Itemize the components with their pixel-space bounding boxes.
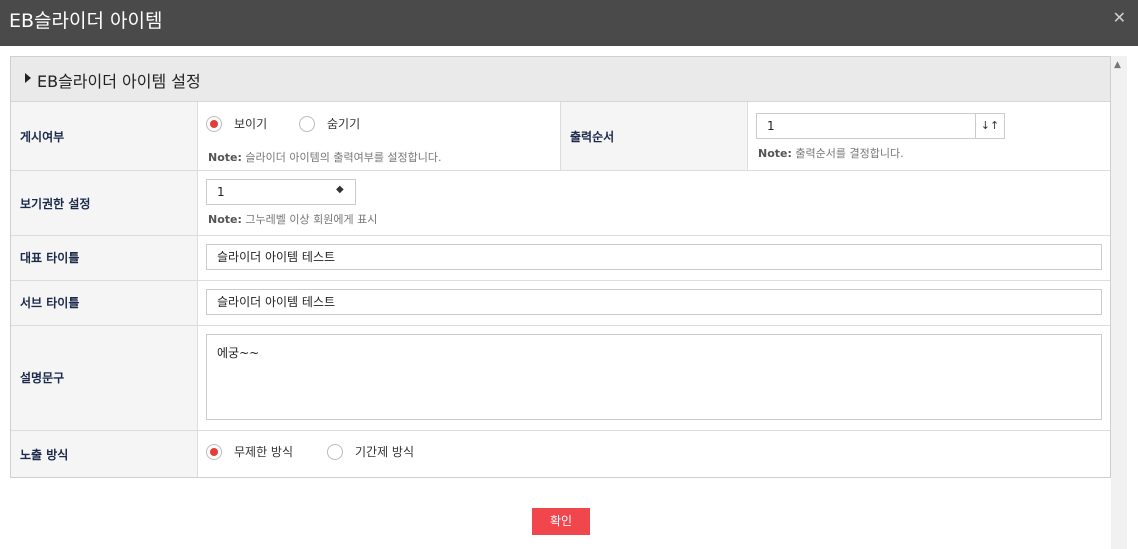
permission-note: Note: 그누레벨 이상 회원에게 표시 — [208, 213, 378, 226]
select-arrows-icon: ◆ — [336, 184, 344, 195]
description-textarea[interactable] — [206, 334, 1102, 420]
row-sub-title: 서브 타이틀 슬라이더 아이템 테스트 — [11, 281, 1110, 326]
label-sub-title: 서브 타이틀 — [11, 281, 198, 325]
radio-off-icon — [299, 115, 315, 132]
radio-on-icon — [206, 443, 222, 460]
radio-period[interactable]: 기간제 방식 — [327, 443, 414, 460]
label-description: 설명문구 — [11, 326, 198, 430]
permission-select[interactable]: 1 — [206, 179, 356, 205]
sub-title-input[interactable]: 슬라이더 아이템 테스트 — [206, 289, 1102, 315]
main-title-input[interactable]: 슬라이더 아이템 테스트 — [206, 244, 1102, 270]
window-title: EB슬라이더 아이템 — [9, 10, 163, 32]
order-note-text: Note: 출력순서를 결정합니다. — [758, 147, 904, 160]
panel-header: EB슬라이더 아이템 설정 — [11, 57, 1110, 102]
display-note: Note: 슬라이더 아이템의 출력여부를 설정합니다. — [208, 151, 442, 164]
window-titlebar: EB슬라이더 아이템 ✕ — [0, 0, 1138, 46]
radio-show[interactable]: 보이기 — [206, 115, 267, 132]
radio-on-icon — [206, 115, 222, 132]
radio-hide[interactable]: 숨기기 — [299, 115, 360, 132]
panel-title: EB슬라이더 아이템 설정 — [37, 72, 201, 91]
order-sort-button[interactable]: ↓↑ — [975, 113, 1005, 139]
label-display: 게시여부 — [11, 102, 198, 170]
radio-off-icon — [327, 443, 343, 460]
row-display: 게시여부 보이기 숨기기 Note: 슬라이더 아이템의 출력여부를 설정합니다… — [11, 102, 1110, 171]
label-permission: 보기권한 설정 — [11, 171, 198, 235]
row-description: 설명문구 — [11, 326, 1110, 431]
scroll-up-icon[interactable]: ▲ — [1114, 60, 1121, 70]
row-main-title: 대표 타이틀 슬라이더 아이템 테스트 — [11, 236, 1110, 281]
row-permission: 보기권한 설정 1 ◆ Note: 그누레벨 이상 회원에게 표시 — [11, 171, 1110, 236]
order-input[interactable]: 1 — [756, 113, 976, 139]
label-order: 출력순서 — [560, 102, 748, 170]
close-icon[interactable]: ✕ — [1113, 8, 1126, 27]
caret-right-icon — [25, 73, 31, 83]
scrollbar[interactable] — [1111, 56, 1127, 549]
radio-unlimited[interactable]: 무제한 방식 — [206, 443, 293, 460]
row-exposure: 노출 방식 무제한 방식 기간제 방식 — [11, 431, 1110, 477]
confirm-button[interactable]: 확인 — [532, 508, 590, 535]
settings-panel: EB슬라이더 아이템 설정 게시여부 보이기 숨기기 Note: 슬라이더 아이… — [10, 56, 1111, 478]
label-exposure: 노출 방식 — [11, 431, 198, 477]
label-main-title: 대표 타이틀 — [11, 236, 198, 280]
